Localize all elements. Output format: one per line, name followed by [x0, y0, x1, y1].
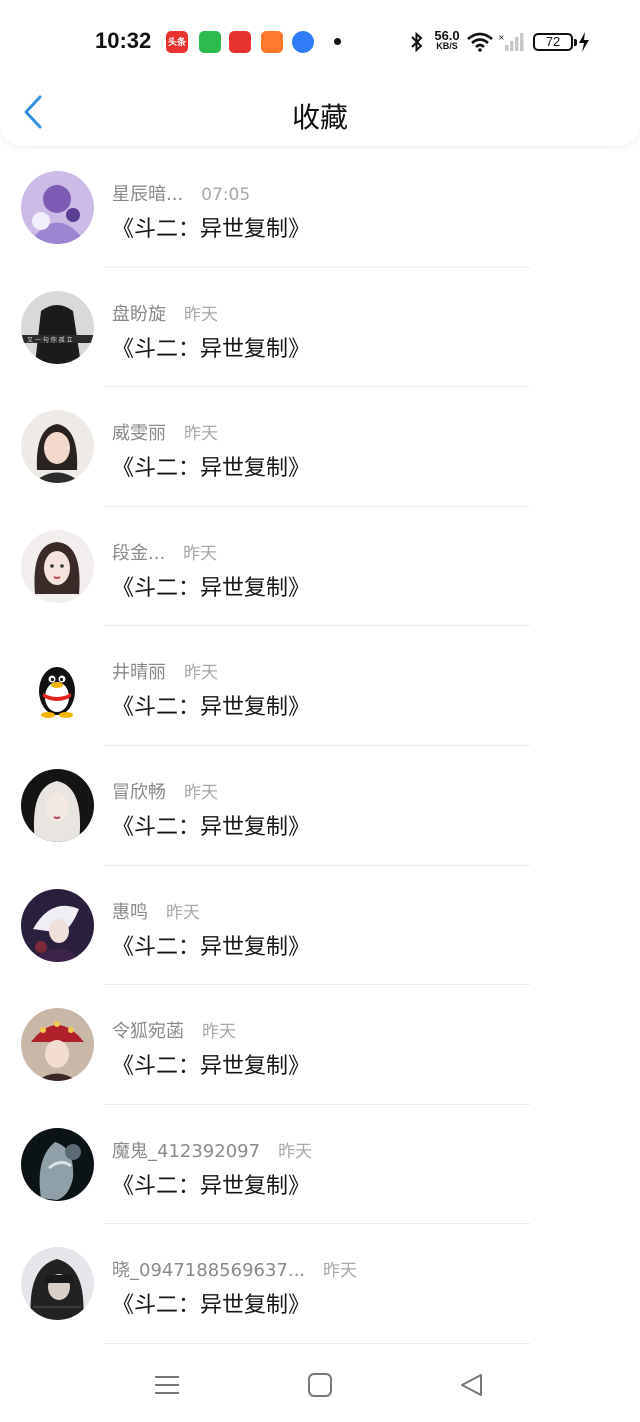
timestamp: 昨天 [323, 1261, 358, 1282]
avatar-image [21, 1008, 94, 1082]
cellular-signal-icon: × [498, 33, 524, 51]
green-app-icon [199, 31, 221, 53]
favorite-content: 《斗二：异世复制》 [112, 1054, 311, 1080]
timestamp: 昨天 [184, 304, 218, 325]
menu-button[interactable] [152, 1370, 182, 1400]
favorite-item[interactable]: 冒欣畅 昨天《斗二：异世复制》 [0, 746, 640, 866]
item-meta: 冒欣畅 昨天 [112, 778, 218, 804]
avatar[interactable] [21, 649, 94, 723]
avatar[interactable] [21, 171, 94, 244]
timestamp: 07:05 [201, 185, 251, 205]
item-meta: 段金... 昨天 [112, 539, 217, 565]
favorite-content: 《斗二：异世复制》 [112, 1293, 311, 1319]
user-name: 段金... [112, 542, 166, 564]
avatar-image [21, 529, 94, 603]
user-name: 盘盼旋 [112, 303, 166, 325]
user-name: 魔鬼_412392097 [112, 1140, 261, 1162]
timestamp: 昨天 [184, 424, 218, 445]
svg-text:又 一 句 你 孤 立: 又 一 句 你 孤 立 [27, 336, 73, 344]
avatar-image [21, 888, 94, 962]
toutiao-app-icon: 头条 [166, 31, 188, 53]
item-meta: 星辰暗... 07:05 [112, 180, 250, 206]
red-flag-app-icon [229, 31, 251, 53]
svg-text:×: × [498, 33, 505, 42]
timestamp: 昨天 [166, 902, 200, 923]
wifi-icon [467, 32, 493, 52]
item-meta: 井晴丽 昨天 [112, 658, 218, 684]
back-nav-button[interactable] [457, 1370, 487, 1400]
divider [104, 1342, 530, 1344]
favorite-item[interactable]: 又 一 句 你 孤 立 盘盼旋 昨天《斗二：异世复制》 [0, 268, 640, 388]
status-time: 10:32 [95, 28, 152, 53]
item-meta: 惠鸣 昨天 [112, 898, 200, 924]
favorite-content: 《斗二：异世复制》 [112, 1173, 311, 1199]
user-name: 星辰暗... [112, 184, 184, 205]
system-nav-bar [0, 1352, 640, 1422]
item-meta: 晓_0947188569637... 昨天 [112, 1256, 357, 1282]
avatar[interactable] [21, 1247, 94, 1321]
item-meta: 魔鬼_412392097 昨天 [112, 1137, 312, 1163]
favorite-content: 《斗二：异世复制》 [112, 695, 311, 721]
avatar-image [21, 768, 94, 842]
orange-app-icon [261, 31, 283, 53]
user-name: 令狐宛菡 [112, 1021, 184, 1043]
user-name: 井晴丽 [112, 662, 166, 684]
menu-icon [155, 1376, 179, 1394]
blue-app-icon [292, 31, 314, 53]
favorite-content: 《斗二：异世复制》 [112, 217, 311, 242]
avatar[interactable] [21, 410, 94, 484]
status-bar: 10:32 头条 56.0 KB/S × 72 [0, 0, 640, 80]
avatar[interactable] [21, 888, 94, 962]
timestamp: 昨天 [184, 782, 218, 803]
user-name: 威雯丽 [112, 423, 166, 445]
network-speed: 56.0 KB/S [430, 28, 464, 52]
battery-indicator: 72 [533, 33, 577, 51]
network-speed-value: 56.0 [434, 28, 460, 43]
avatar[interactable]: 又 一 句 你 孤 立 [21, 290, 94, 364]
timestamp: 昨天 [184, 663, 218, 684]
favorite-item[interactable]: 威雯丽 昨天《斗二：异世复制》 [0, 387, 640, 507]
item-meta: 令狐宛菡 昨天 [112, 1017, 236, 1043]
avatar-image [21, 410, 94, 484]
favorite-item[interactable]: 惠鸣 昨天《斗二：异世复制》 [0, 866, 640, 986]
avatar-image: 又 一 句 你 孤 立 [21, 290, 94, 364]
favorite-item[interactable]: 井晴丽 昨天《斗二：异世复制》 [0, 626, 640, 746]
avatar[interactable] [21, 768, 94, 842]
favorite-item[interactable]: 魔鬼_412392097 昨天《斗二：异世复制》 [0, 1105, 640, 1225]
favorite-item[interactable]: 令狐宛菡 昨天《斗二：异世复制》 [0, 985, 640, 1105]
home-button[interactable] [305, 1370, 335, 1400]
item-meta: 盘盼旋 昨天 [112, 300, 218, 326]
back-triangle-icon [461, 1374, 482, 1396]
avatar-image [21, 1127, 94, 1201]
favorite-content: 《斗二：异世复制》 [112, 575, 311, 601]
avatar[interactable] [21, 1008, 94, 1082]
favorite-item[interactable]: 段金... 昨天《斗二：异世复制》 [0, 507, 640, 627]
charging-bolt-icon [579, 32, 589, 52]
user-name: 晓_0947188569637... [112, 1260, 306, 1282]
favorite-item[interactable]: 晓_0947188569637... 昨天 《斗二：异世复制》 [0, 1224, 640, 1344]
timestamp: 昨天 [202, 1022, 236, 1043]
favorite-content: 《斗二：异世复制》 [112, 814, 311, 840]
avatar-image [21, 649, 94, 723]
avatar-image [21, 171, 94, 244]
user-name: 惠鸣 [112, 901, 148, 923]
avatar[interactable] [21, 1127, 94, 1201]
favorite-item[interactable]: 星辰暗... 07:05 《斗二：异世复制》 [0, 148, 640, 268]
favorite-content: 《斗二：异世复制》 [112, 934, 311, 960]
page-title: 收藏 [291, 101, 348, 134]
bluetooth-icon [411, 31, 423, 53]
favorites-list: 星辰暗... 07:05 《斗二：异世复制》又 一 句 你 孤 立盘盼旋 昨天 《斗二：… [0, 148, 640, 1344]
timestamp: 昨天 [278, 1141, 313, 1162]
avatar[interactable] [21, 529, 94, 603]
favorite-content: 《斗二：异世复制》 [112, 336, 311, 362]
favorite-content: 《斗二：异世复制》 [112, 456, 311, 482]
avatar-image [21, 1247, 94, 1321]
notification-dot-icon [334, 38, 341, 45]
item-meta: 威雯丽 昨天 [112, 419, 218, 445]
user-name: 冒欣畅 [112, 781, 166, 803]
timestamp: 昨天 [183, 543, 218, 564]
home-square-icon [308, 1373, 332, 1397]
